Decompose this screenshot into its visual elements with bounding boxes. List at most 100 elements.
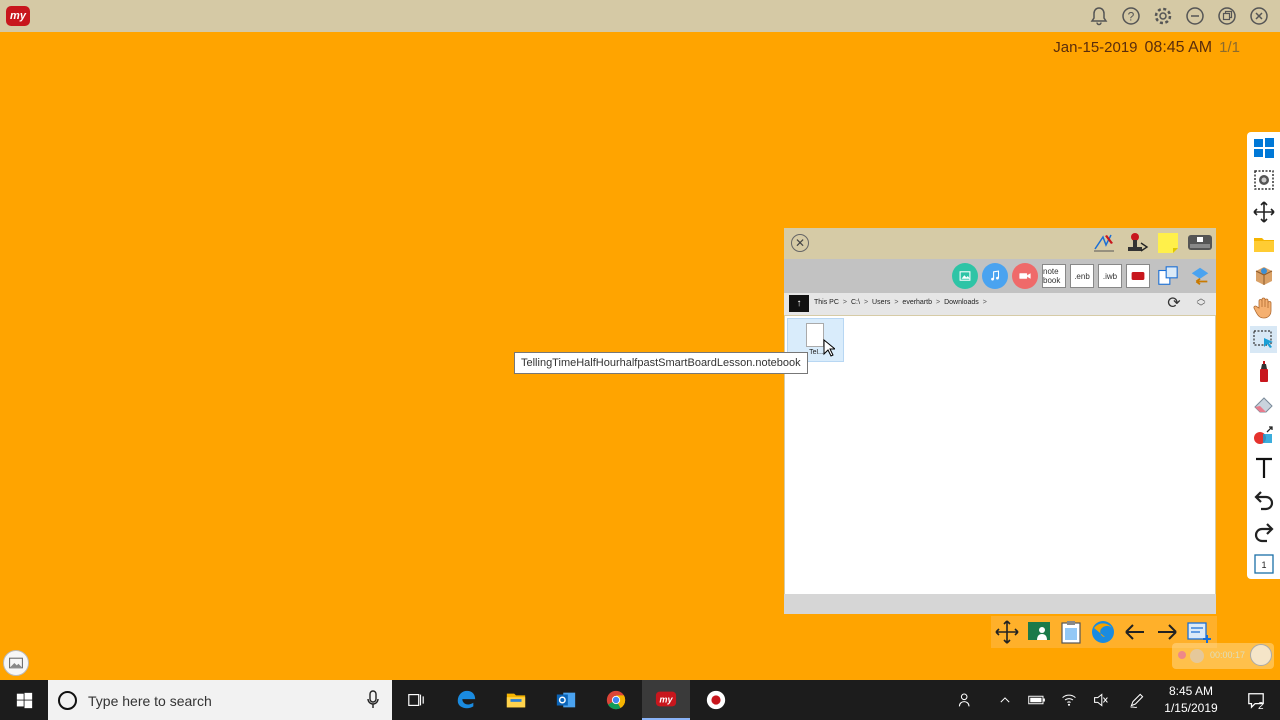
file-browser-panel: ✕ note book .enb .iwb ↑ This PC > C:\ > … bbox=[784, 228, 1216, 614]
battery-icon[interactable] bbox=[1024, 680, 1050, 720]
record-dot-icon bbox=[1178, 651, 1186, 659]
arrow-left-icon[interactable] bbox=[1121, 618, 1149, 646]
task-view-icon[interactable] bbox=[392, 680, 440, 720]
start-button[interactable] bbox=[0, 680, 48, 720]
action-center-icon[interactable]: 2 bbox=[1232, 680, 1280, 720]
parent-folder-button[interactable]: ↑ bbox=[789, 295, 809, 312]
enb-icon[interactable]: .enb bbox=[1070, 264, 1094, 288]
folder-icon[interactable] bbox=[1250, 230, 1277, 257]
gallery-icon[interactable] bbox=[3, 650, 29, 676]
settings-icon[interactable] bbox=[1152, 5, 1174, 27]
breadcrumb-separator: > bbox=[863, 299, 869, 306]
search-placeholder: Type here to search bbox=[88, 693, 212, 709]
convert-icon[interactable] bbox=[1154, 262, 1182, 290]
video-icon[interactable] bbox=[1012, 263, 1038, 289]
drive-icon[interactable] bbox=[1185, 230, 1214, 256]
breadcrumb: ↑ This PC > C:\ > Users > everhartb > Do… bbox=[784, 293, 1216, 315]
shapes-icon[interactable] bbox=[1250, 422, 1277, 449]
myviewboard-icon[interactable]: my bbox=[642, 680, 690, 720]
import-icon[interactable] bbox=[1186, 262, 1214, 290]
3d-box-icon[interactable] bbox=[1250, 262, 1277, 289]
breadcrumb-separator: > bbox=[894, 299, 899, 306]
record-icon[interactable] bbox=[692, 680, 740, 720]
breadcrumb-item-downloads[interactable]: Downloads bbox=[944, 299, 979, 306]
add-page-icon[interactable] bbox=[1185, 618, 1213, 646]
bell-icon[interactable] bbox=[1088, 5, 1110, 27]
iwb-icon[interactable]: .iwb bbox=[1098, 264, 1122, 288]
notebook-icon[interactable]: note book bbox=[1042, 264, 1066, 288]
taskbar-search-box[interactable]: Type here to search bbox=[48, 680, 392, 720]
volume-muted-icon[interactable] bbox=[1088, 680, 1114, 720]
windows-icon[interactable] bbox=[1250, 134, 1277, 161]
arrow-right-icon[interactable] bbox=[1153, 618, 1181, 646]
breadcrumb-separator: > bbox=[936, 299, 941, 306]
text-icon[interactable] bbox=[1250, 454, 1277, 481]
browser-icon[interactable] bbox=[1089, 618, 1117, 646]
webcam-icon[interactable] bbox=[1250, 644, 1272, 666]
undo-icon[interactable] bbox=[1250, 486, 1277, 513]
breadcrumb-item-c-drive[interactable]: C:\ bbox=[851, 299, 860, 306]
taskbar-app-logo-text: my bbox=[659, 695, 673, 705]
notification-count: 2 bbox=[1258, 701, 1264, 712]
people-icon[interactable] bbox=[952, 680, 978, 720]
breadcrumb-separator: > bbox=[842, 299, 847, 306]
time-label: 08:45 AM bbox=[1144, 39, 1213, 56]
mouse-cursor-icon bbox=[823, 339, 835, 357]
window-controls: ? bbox=[1088, 5, 1270, 27]
recording-time: 00:00:17 bbox=[1210, 650, 1246, 660]
myviewboard-logo[interactable]: my bbox=[6, 6, 30, 26]
panel-close-button[interactable]: ✕ bbox=[791, 234, 809, 252]
screenshot-icon[interactable] bbox=[1250, 166, 1277, 193]
clock-time: 8:45 AM bbox=[1168, 684, 1214, 698]
show-hidden-icons-chevron-icon[interactable] bbox=[992, 680, 1018, 720]
windows-logo-icon bbox=[16, 692, 32, 708]
outlook-icon[interactable] bbox=[542, 680, 590, 720]
date-label: Jan-15-2019 bbox=[1053, 39, 1138, 56]
cortana-icon[interactable] bbox=[58, 691, 77, 710]
edge-icon[interactable] bbox=[442, 680, 490, 720]
select-icon[interactable] bbox=[1250, 326, 1277, 353]
date-time-display: Jan-15-2019 08:45 AM 1/1 bbox=[1053, 39, 1240, 57]
pen-workspace-icon[interactable] bbox=[1124, 680, 1150, 720]
minimize-icon[interactable] bbox=[1184, 5, 1206, 27]
restore-icon[interactable] bbox=[1216, 5, 1238, 27]
recognition-tool-icon[interactable] bbox=[1089, 230, 1118, 256]
recording-indicator: 00:00:17 bbox=[1172, 643, 1274, 669]
breadcrumb-item-user[interactable]: everhartb bbox=[902, 299, 932, 306]
stamp-icon[interactable] bbox=[1121, 230, 1150, 256]
redo-icon[interactable] bbox=[1250, 518, 1277, 545]
presenter-icon[interactable] bbox=[1025, 618, 1053, 646]
microphone-icon[interactable] bbox=[366, 690, 380, 710]
image-icon[interactable] bbox=[952, 263, 978, 289]
system-clock[interactable]: 8:45 AM 1/15/2019 bbox=[1152, 683, 1230, 717]
breadcrumb-item-users[interactable]: Users bbox=[872, 299, 890, 306]
refresh-icon[interactable]: ⟳ bbox=[1164, 294, 1184, 314]
wifi-icon[interactable] bbox=[1056, 680, 1082, 720]
file-explorer-icon[interactable] bbox=[492, 680, 540, 720]
file-type-filter-bar: note book .enb .iwb bbox=[784, 259, 1216, 293]
panel-footer bbox=[784, 594, 1216, 614]
my-file-icon[interactable] bbox=[1126, 264, 1150, 288]
chrome-icon[interactable] bbox=[592, 680, 640, 720]
breadcrumb-item-this-pc[interactable]: This PC bbox=[814, 299, 839, 306]
clipboard-icon[interactable] bbox=[1057, 618, 1085, 646]
page-icon[interactable]: 1 bbox=[1250, 550, 1277, 577]
music-icon[interactable] bbox=[982, 263, 1008, 289]
move-icon[interactable] bbox=[1250, 198, 1277, 225]
page-indicator: 1/1 bbox=[1219, 39, 1240, 56]
marker-icon[interactable] bbox=[1250, 358, 1277, 385]
sort-toggle-icon[interactable]: ︿ ﹀ bbox=[1192, 294, 1210, 314]
pan-icon[interactable] bbox=[993, 618, 1021, 646]
app-title-bar: my ? bbox=[0, 0, 1280, 32]
help-icon[interactable]: ? bbox=[1120, 5, 1142, 27]
close-icon[interactable] bbox=[1248, 5, 1270, 27]
pause-recording-icon[interactable] bbox=[1190, 649, 1204, 663]
clock-date: 1/15/2019 bbox=[1164, 701, 1218, 715]
file-name-tooltip: TellingTimeHalfHourhalfpastSmartBoardLes… bbox=[514, 352, 808, 374]
hand-icon[interactable] bbox=[1250, 294, 1277, 321]
document-icon bbox=[806, 323, 824, 347]
sticky-note-icon[interactable] bbox=[1153, 230, 1182, 256]
eraser-icon[interactable] bbox=[1250, 390, 1277, 417]
panel-top-toolbar bbox=[1089, 230, 1214, 256]
file-list: Tel... bbox=[785, 316, 1215, 594]
